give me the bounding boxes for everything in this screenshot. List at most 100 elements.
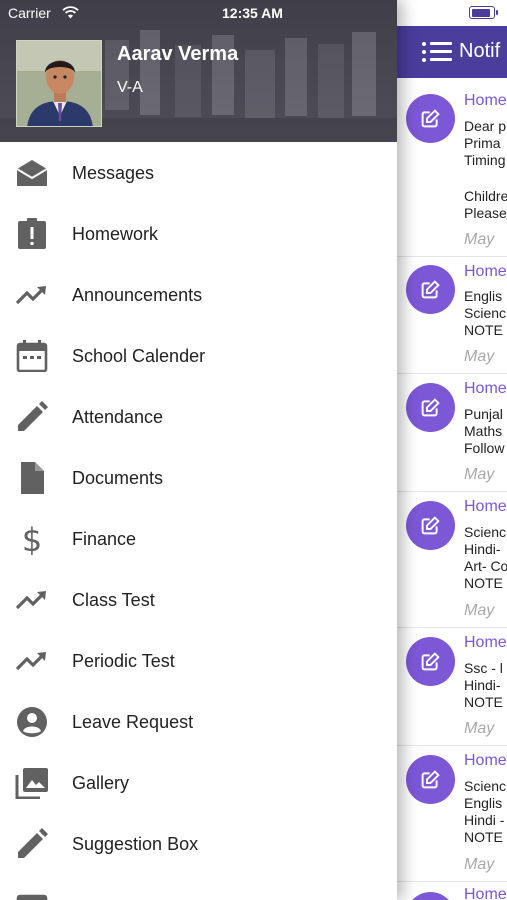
clipboard-alert-icon	[14, 218, 50, 250]
user-name: Aarav Verma	[117, 43, 239, 65]
menu-item-label: Periodic Test	[72, 651, 175, 671]
notification-date: May	[464, 856, 495, 873]
menu-item-school-calender[interactable]: School Calender	[0, 325, 397, 386]
notification-text: Hindi-	[464, 677, 501, 693]
notification-title: Home	[464, 886, 507, 900]
menu-item-class-test[interactable]: Class Test	[0, 569, 397, 630]
notification-text: Punjal	[464, 406, 503, 422]
notification-text: Prima	[464, 135, 501, 151]
menu-item-label: Leave Request	[72, 712, 194, 732]
edit-badge-icon	[406, 637, 455, 686]
edit-badge-icon	[406, 501, 455, 550]
menu-item-label: Homework	[72, 224, 159, 244]
menu-item-periodic-test[interactable]: Periodic Test	[0, 630, 397, 691]
menu-item-label: Suggestion Box	[72, 834, 199, 854]
carrier-label: Carrier	[8, 5, 51, 21]
menu-item-messages[interactable]: Messages	[0, 142, 397, 203]
notification-text: Dear p	[464, 118, 507, 134]
notification-text: Hindi -	[464, 812, 505, 828]
menu-item-label: Announcements	[72, 285, 203, 305]
notification-item[interactable]: Home Scienc Englis Hindi - NOTE May	[397, 746, 507, 882]
notification-item[interactable]: Home Punjal Maths Follow May	[397, 374, 507, 492]
menu-item-documents[interactable]: Documents	[0, 447, 397, 508]
notification-item[interactable]: Home	[397, 882, 507, 900]
menu-item-label: Attendance	[72, 407, 164, 427]
notification-list: Home Dear p Prima Timing Childre Please …	[397, 78, 507, 900]
notification-text: Englis	[464, 795, 503, 811]
status-time: 12:35 AM	[222, 5, 283, 21]
notification-text: NOTE	[464, 694, 503, 710]
dollar-icon: $	[14, 521, 50, 559]
hamburger-menu-icon[interactable]	[422, 40, 452, 64]
edit-badge-icon	[406, 265, 455, 314]
trending-up-icon	[14, 584, 50, 616]
avatar[interactable]	[16, 40, 102, 127]
notification-text: Englis	[464, 288, 503, 304]
edit-badge-icon	[406, 383, 455, 432]
notification-text: Scienc	[464, 305, 507, 321]
notification-date: May	[464, 348, 495, 365]
notifications-title: Notif	[459, 40, 501, 62]
navigation-drawer: Aarav Verma V-A Messages Homework Announ…	[0, 0, 397, 900]
notification-title: Home	[464, 263, 507, 280]
gallery-icon	[14, 767, 50, 800]
wifi-icon	[62, 6, 79, 24]
menu-item-label: School Calender	[72, 346, 206, 366]
document-icon	[14, 462, 50, 494]
edit-badge-icon	[406, 755, 455, 804]
notification-item[interactable]: Home Ssc - l Hindi- NOTE May	[397, 628, 507, 746]
notification-text: Please	[464, 205, 507, 221]
trending-up-icon	[14, 279, 50, 311]
envelope-icon	[14, 157, 50, 189]
notification-title: Home	[464, 380, 507, 397]
notification-text: NOTE	[464, 575, 503, 591]
menu-item-announcements[interactable]: Announcements	[0, 264, 397, 325]
menu-item-label: Gallery	[72, 773, 130, 793]
menu-item-gallery[interactable]: Gallery	[0, 752, 397, 813]
notification-text: Hindi-	[464, 541, 501, 557]
notification-text: Art- Co	[464, 558, 507, 574]
pencil-icon	[14, 401, 50, 433]
menu-item-label: Class Test	[72, 590, 155, 610]
notification-text: NOTE	[464, 829, 503, 845]
battery-icon	[469, 6, 498, 19]
menu-item-homework[interactable]: Homework	[0, 203, 397, 264]
account-circle-icon	[14, 706, 50, 738]
notification-text: Maths	[464, 423, 503, 439]
notification-text: Scienc	[464, 524, 507, 540]
menu-item-leave-request[interactable]: Leave Request	[0, 691, 397, 752]
notification-text: Ssc - l	[464, 660, 503, 676]
svg-text:$: $	[22, 523, 42, 555]
calendar-icon	[14, 340, 50, 373]
menu-item-label: Finance	[72, 529, 137, 549]
notification-item[interactable]: Home Dear p Prima Timing Childre Please …	[397, 78, 507, 257]
notification-item[interactable]: Home Scienc Hindi- Art- Co NOTE May	[397, 492, 507, 628]
notification-text: Scienc	[464, 778, 507, 794]
menu-item-attendance[interactable]: Attendance	[0, 386, 397, 447]
notification-text: Childre	[464, 188, 507, 204]
notification-date: May	[464, 602, 495, 619]
menu-item-finance[interactable]: $ Finance	[0, 508, 397, 569]
menu-item-label: Documents	[72, 468, 164, 488]
notification-item[interactable]: Home Englis Scienc NOTE May	[397, 257, 507, 374]
user-class: V-A	[117, 79, 143, 96]
notification-title: Home	[464, 634, 507, 651]
notification-title: Home	[464, 752, 507, 769]
notification-text: NOTE	[464, 322, 503, 338]
menu-item-suggestion-box[interactable]: Suggestion Box	[0, 813, 397, 874]
notification-date: May	[464, 720, 495, 737]
calendar-icon	[14, 892, 50, 900]
menu-item-partial[interactable]	[0, 874, 397, 900]
notification-date: May	[464, 231, 495, 248]
notification-date: May	[464, 466, 495, 483]
edit-badge-icon	[406, 94, 455, 143]
trending-up-icon	[14, 645, 50, 677]
notification-text: Follow	[464, 440, 505, 456]
pencil-icon	[14, 828, 50, 860]
menu-item-label: Messages	[72, 163, 155, 183]
status-bar: Carrier 12:35 AM	[0, 0, 507, 26]
notification-text: Timing	[464, 152, 506, 168]
notification-title: Home	[464, 498, 507, 515]
notification-title: Home	[464, 92, 507, 109]
edit-badge-icon	[406, 892, 455, 900]
